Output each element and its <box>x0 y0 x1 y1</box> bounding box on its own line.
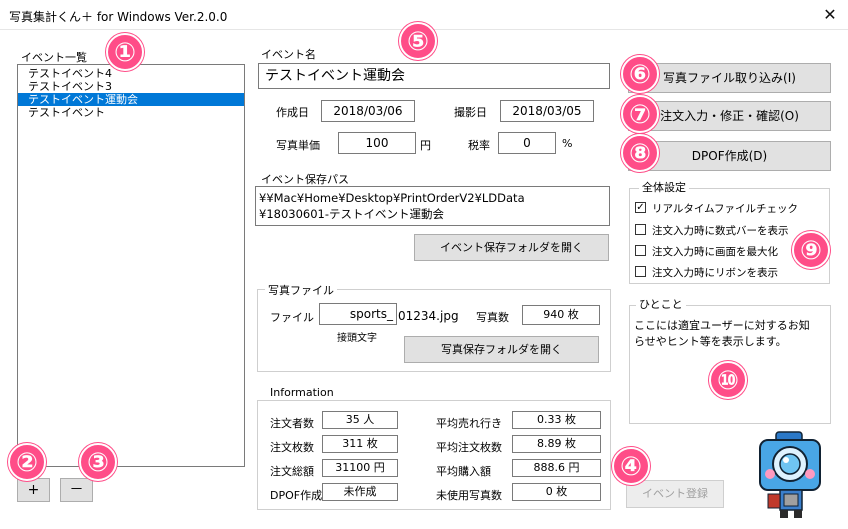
maximize-window-checkbox[interactable] <box>635 245 646 256</box>
realtime-check-checkbox[interactable]: ✓ <box>635 202 646 213</box>
remove-event-button[interactable]: － <box>60 478 93 502</box>
photo-price-field[interactable]: 100 <box>338 132 416 154</box>
formula-bar-label: 注文入力時に数式バーを表示 <box>652 225 789 237</box>
photo-file-group-label: 写真ファイル <box>265 282 337 298</box>
annotation-badge: ④ <box>612 447 650 485</box>
register-event-button[interactable]: イベント登録 <box>626 480 724 508</box>
file-suffix-text: 01234.jpg <box>398 309 459 323</box>
event-list-item[interactable]: テストイベント <box>18 106 244 119</box>
shot-date-field[interactable]: 2018/03/05 <box>500 100 594 122</box>
file-label: ファイル <box>270 311 314 324</box>
annotation-badge: ⑨ <box>792 231 830 269</box>
photo-count-label: 写真数 <box>476 311 509 324</box>
mascot-icon <box>759 431 821 518</box>
open-photo-folder-button[interactable]: 写真保存フォルダを開く <box>404 336 599 363</box>
info-label: DPOF作成 <box>270 489 323 502</box>
info-value: 0 枚 <box>512 483 601 501</box>
annotation-badge: ① <box>106 33 144 71</box>
save-path-line: ¥¥Mac¥Home¥Desktop¥PrintOrderV2¥LDData <box>259 191 525 205</box>
event-listbox[interactable]: テストイベント4 テストイベント3 テストイベント運動会 テストイベント <box>17 64 245 467</box>
event-list-item[interactable]: テストイベント3 <box>18 80 244 93</box>
info-value: 888.6 円 <box>512 459 601 477</box>
info-label: 平均注文枚数 <box>436 441 502 454</box>
event-name-label: イベント名 <box>261 48 316 61</box>
information-group-label: Information <box>267 386 337 399</box>
info-value: 8.89 枚 <box>512 435 601 453</box>
info-value: 311 枚 <box>322 435 398 453</box>
realtime-check-label: リアルタイムファイルチェック <box>652 203 799 215</box>
annotation-badge: ⑤ <box>399 22 437 60</box>
hint-text-line: ここには適宜ユーザーに対するお知 <box>634 319 810 332</box>
open-event-folder-button[interactable]: イベント保存フォルダを開く <box>414 234 609 261</box>
event-list-item-selected[interactable]: テストイベント運動会 <box>18 93 244 106</box>
hint-text-line: らせやヒント等を表示します。 <box>634 335 787 348</box>
info-label: 注文総額 <box>270 465 314 478</box>
annotation-badge: ③ <box>79 443 117 481</box>
add-event-button[interactable]: + <box>17 478 50 502</box>
file-prefix-input[interactable]: sports_ <box>319 303 397 325</box>
prefix-caption: 接頭文字 <box>337 333 377 344</box>
annotation-badge: ⑦ <box>621 95 659 133</box>
info-label: 平均購入額 <box>436 465 491 478</box>
info-value: 0.33 枚 <box>512 411 601 429</box>
photo-price-label: 写真単価 <box>276 139 320 152</box>
created-date-field[interactable]: 2018/03/06 <box>321 100 415 122</box>
annotation-badge: ② <box>8 443 46 481</box>
price-unit-label: 円 <box>420 139 431 152</box>
tax-rate-label: 税率 <box>468 139 490 152</box>
created-date-label: 作成日 <box>276 106 309 119</box>
info-label: 注文者数 <box>270 417 314 430</box>
close-button[interactable]: ✕ <box>816 3 844 27</box>
annotation-badge: ⑧ <box>621 134 659 172</box>
shot-date-label: 撮影日 <box>454 106 487 119</box>
save-path-line: ¥18030601-テストイベント運動会 <box>259 207 444 221</box>
annotation-badge: ⑥ <box>621 55 659 93</box>
show-ribbon-checkbox[interactable] <box>635 266 646 277</box>
info-label: 注文枚数 <box>270 441 314 454</box>
tax-unit-label: % <box>562 137 573 150</box>
info-value: 未作成 <box>322 483 398 501</box>
window-title: 写真集計くん＋ for Windows Ver.2.0.0 <box>9 10 228 24</box>
info-value: 35 人 <box>322 411 398 429</box>
info-label: 未使用写真数 <box>436 489 502 502</box>
save-path-label: イベント保存パス <box>261 173 349 186</box>
global-settings-label: 全体設定 <box>639 179 689 195</box>
event-name-input[interactable]: テストイベント運動会 <box>258 63 610 89</box>
show-ribbon-label: 注文入力時にリボンを表示 <box>652 267 778 279</box>
formula-bar-checkbox[interactable] <box>635 224 646 235</box>
photo-count-field: 940 枚 <box>522 305 600 325</box>
info-label: 平均売れ行き <box>436 417 502 430</box>
tax-rate-field[interactable]: 0 <box>498 132 556 154</box>
maximize-window-label: 注文入力時に画面を最大化 <box>652 246 778 258</box>
event-list-label: イベント一覧 <box>21 51 87 64</box>
hint-group-label: ひとこと <box>636 296 686 312</box>
annotation-badge: ⑩ <box>709 361 747 399</box>
save-path-field[interactable]: ¥¥Mac¥Home¥Desktop¥PrintOrderV2¥LDData ¥… <box>255 186 610 226</box>
info-value: 31100 円 <box>322 459 398 477</box>
